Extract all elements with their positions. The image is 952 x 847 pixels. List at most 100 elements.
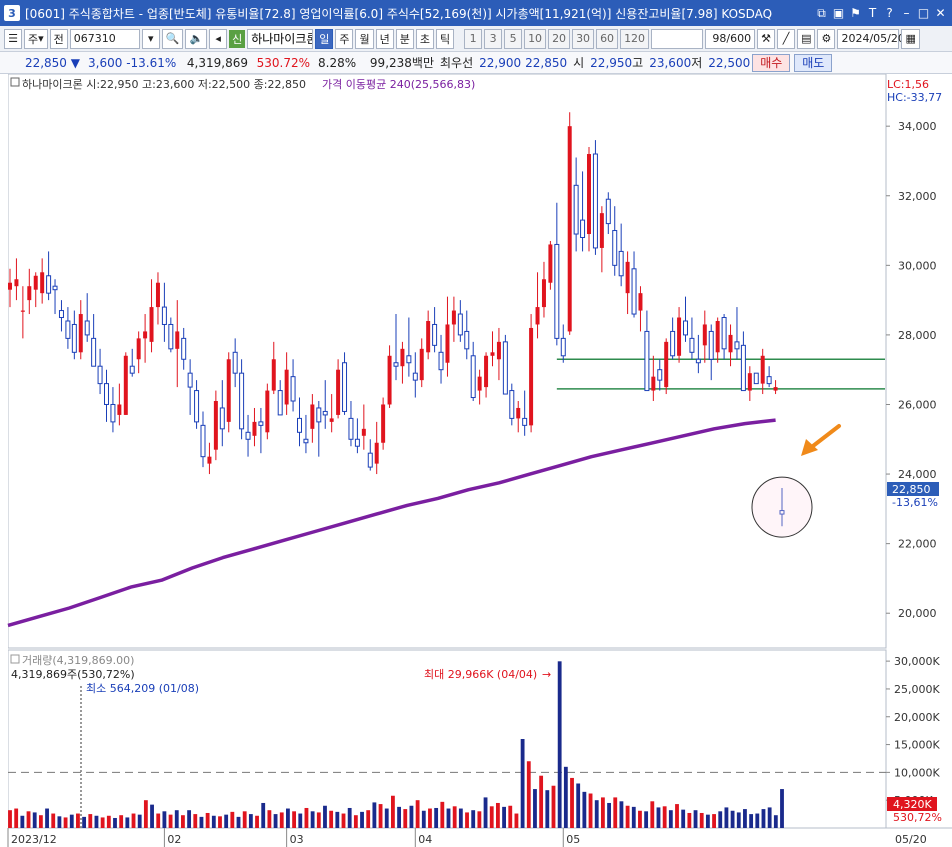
candle-body-down: [290, 376, 296, 402]
current-price-value: 22,850: [24, 55, 67, 70]
candle-body-up: [484, 355, 489, 388]
settings-icon[interactable]: ⚙: [817, 28, 836, 49]
candle-type-icon[interactable]: ⚒: [757, 28, 776, 49]
interval-120[interactable]: 120: [620, 28, 650, 49]
buy-button[interactable]: 매수: [752, 53, 791, 72]
candle-body-down: [65, 320, 71, 339]
volume-bar: [88, 814, 93, 828]
candle-body-down: [708, 330, 714, 360]
volume-bar: [156, 813, 161, 828]
volume-max-arrow: →: [542, 668, 551, 681]
prev-button[interactable]: 전: [49, 28, 68, 49]
stock-chart[interactable]: 하나마이크론 시:22,950 고:23,600 저:22,500 종:22,8…: [0, 74, 952, 847]
candle-body-up: [117, 404, 122, 415]
volume-pct-tag: 530,72%: [893, 811, 942, 824]
candle-body-down: [316, 407, 322, 423]
volume-bar: [32, 812, 37, 828]
volume-bar: [261, 802, 266, 828]
link-icon[interactable]: ⧉: [814, 4, 829, 22]
candle-body-down: [522, 417, 528, 426]
volume-bar: [662, 806, 667, 828]
volume-bar: [341, 813, 346, 828]
volume-bar: [76, 813, 80, 828]
candle-body-up: [265, 390, 270, 433]
volume-bar: [594, 800, 599, 828]
interval-20[interactable]: 20: [548, 28, 571, 49]
period-type-select[interactable]: 주 ▾: [24, 28, 48, 49]
candle-body-down: [194, 390, 200, 423]
candle-body-up: [27, 286, 32, 301]
date-input[interactable]: 2024/05/20: [837, 28, 905, 49]
minimize-icon[interactable]: –: [899, 4, 914, 22]
volume-bar: [347, 807, 352, 828]
sell-button[interactable]: 매도: [794, 53, 833, 72]
save-icon[interactable]: ▤: [797, 28, 816, 49]
volume-bar: [625, 805, 630, 828]
candle-body-up: [535, 307, 540, 325]
candle-body-up: [14, 279, 19, 287]
candle-body-up: [78, 314, 83, 353]
volume-bar: [681, 809, 686, 828]
interval-custom-input[interactable]: [651, 28, 704, 49]
candle-body-up: [638, 293, 643, 311]
period-tab-day[interactable]: 일: [315, 28, 334, 49]
volume-bar: [353, 815, 358, 828]
calendar-icon[interactable]: ▦: [901, 28, 920, 49]
volume-bar: [20, 815, 25, 828]
credit-badge: 신: [229, 29, 246, 48]
period-tab-minute[interactable]: 분: [395, 28, 414, 49]
candle-body-down: [560, 337, 566, 357]
volume-bar: [736, 812, 741, 828]
volume-bar: [372, 802, 377, 828]
menu-icon[interactable]: ☰: [4, 28, 22, 49]
stock-name-field[interactable]: 하나마이크론: [247, 28, 314, 49]
period-tab-tick[interactable]: 틱: [435, 28, 455, 49]
help-icon[interactable]: ?: [882, 4, 897, 22]
window-icon[interactable]: ▣: [831, 4, 846, 22]
volume-bar: [619, 801, 624, 828]
volume-bar: [113, 817, 117, 828]
interval-3[interactable]: 3: [484, 28, 503, 49]
maximize-icon[interactable]: □: [916, 4, 931, 22]
volume-bar: [199, 816, 204, 828]
period-tab-year[interactable]: 년: [375, 28, 394, 49]
period-type-value: 주: [28, 32, 39, 46]
price-legend-ma: 가격 이동평균 240(25,566,83): [322, 78, 475, 91]
volume-bar: [162, 811, 167, 828]
speaker-icon[interactable]: 🔈: [185, 28, 208, 49]
text-icon[interactable]: T: [865, 4, 880, 22]
search-icon[interactable]: 🔍: [161, 28, 184, 49]
candle-body-down: [200, 424, 206, 458]
interval-5[interactable]: 5: [504, 28, 523, 49]
close-icon[interactable]: ✕: [933, 4, 948, 22]
period-tab-second[interactable]: 초: [415, 28, 434, 49]
interval-10[interactable]: 10: [524, 28, 547, 49]
volume-tick-label: 25,000K: [894, 683, 940, 696]
open-label: 시: [573, 56, 585, 70]
volume-bar: [273, 814, 278, 828]
volume-bar: [477, 811, 482, 828]
interval-30[interactable]: 30: [572, 28, 595, 49]
dropdown-icon[interactable]: ▾: [141, 28, 160, 49]
candle-body-up: [445, 324, 450, 363]
candle-body-down: [110, 403, 116, 423]
draw-tool-icon[interactable]: ╱: [777, 28, 796, 49]
candle-body-up: [599, 213, 604, 248]
candle-body-down: [605, 198, 611, 225]
count-input[interactable]: 98/600: [705, 28, 756, 49]
stock-code-input[interactable]: 067310: [69, 28, 140, 49]
prev-stock-icon[interactable]: ◂: [209, 28, 228, 49]
volume-bar: [224, 814, 229, 828]
volume-bar: [360, 811, 364, 828]
interval-60[interactable]: 60: [596, 28, 619, 49]
price-change-pct: -13.61%: [126, 55, 177, 70]
volume-bar: [452, 806, 457, 828]
interval-1[interactable]: 1: [464, 28, 483, 49]
current-change-tag: -13,61%: [892, 496, 938, 509]
candle-body-up: [664, 341, 669, 388]
volume-legend: 거래량(4,319,869.00): [22, 654, 134, 667]
pin-icon[interactable]: ⚑: [848, 4, 863, 22]
volume-bar: [45, 808, 49, 828]
period-tab-month[interactable]: 월: [355, 28, 374, 49]
period-tab-week[interactable]: 주: [335, 28, 354, 49]
